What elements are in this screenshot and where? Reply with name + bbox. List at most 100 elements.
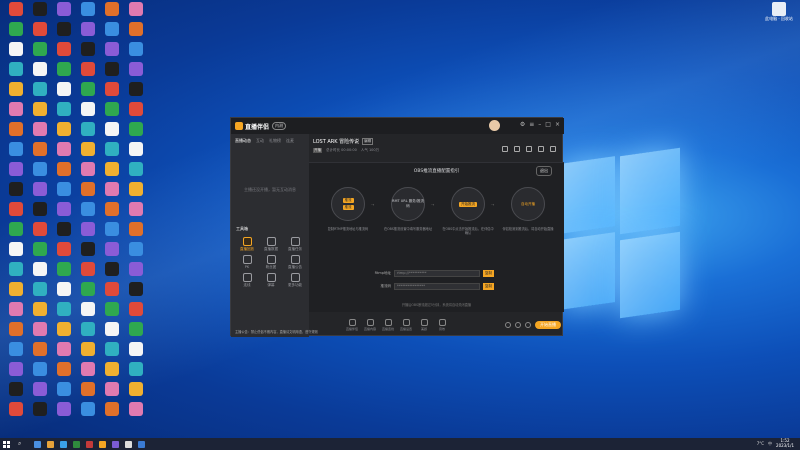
desktop-shortcut[interactable] — [124, 342, 148, 356]
desktop-shortcut[interactable] — [100, 222, 124, 236]
desktop-shortcut[interactable] — [76, 162, 100, 176]
desktop-shortcut[interactable] — [124, 322, 148, 336]
menu-icon[interactable]: ≡ — [529, 121, 534, 128]
desktop-shortcut[interactable] — [52, 62, 76, 76]
desktop-shortcut[interactable] — [76, 302, 100, 316]
tool-item[interactable]: 直播公告 — [283, 255, 307, 270]
desktop-shortcut[interactable] — [100, 242, 124, 256]
desktop-shortcut[interactable] — [52, 122, 76, 136]
desktop-shortcut[interactable] — [100, 182, 124, 196]
desktop-shortcut[interactable] — [76, 262, 100, 276]
desktop-shortcut[interactable] — [76, 42, 100, 56]
clock[interactable]: 1:52 2023/1/1 — [776, 438, 794, 448]
rtmp-address-field[interactable]: rtmp://********** — [394, 270, 480, 277]
desktop-shortcut[interactable] — [28, 302, 52, 316]
desktop-shortcut[interactable] — [76, 342, 100, 356]
desktop-shortcut[interactable] — [4, 82, 28, 96]
desktop-shortcut[interactable] — [28, 142, 52, 156]
copy-key-button[interactable]: 复制 — [483, 283, 494, 290]
desktop-shortcut[interactable] — [28, 202, 52, 216]
desktop-shortcut[interactable] — [52, 102, 76, 116]
desktop-shortcut[interactable] — [100, 42, 124, 56]
desktop-shortcut[interactable] — [52, 22, 76, 36]
desktop-shortcut[interactable] — [4, 322, 28, 336]
desktop-shortcut[interactable] — [52, 242, 76, 256]
bottom-tool[interactable]: 音效 — [433, 318, 451, 331]
desktop-shortcut[interactable] — [28, 362, 52, 376]
live-companion-task-icon[interactable] — [99, 440, 106, 448]
desktop-shortcut[interactable] — [4, 22, 28, 36]
desktop-shortcut[interactable] — [28, 182, 52, 196]
desktop-shortcut[interactable] — [124, 62, 148, 76]
desktop-shortcut[interactable] — [100, 62, 124, 76]
desktop-shortcut[interactable] — [76, 322, 100, 336]
gift-icon[interactable] — [526, 146, 532, 152]
desktop-shortcut[interactable] — [100, 202, 124, 216]
desktop-shortcut[interactable] — [124, 382, 148, 396]
desktop-shortcut[interactable] — [28, 402, 52, 416]
desktop-shortcut[interactable] — [52, 402, 76, 416]
minimize-icon[interactable]: – — [538, 121, 541, 128]
desktop-shortcut[interactable] — [76, 122, 100, 136]
desktop-shortcut[interactable] — [76, 362, 100, 376]
desktop-shortcut[interactable] — [4, 242, 28, 256]
settings-icon[interactable]: ⚙ — [520, 121, 525, 128]
desktop-shortcut[interactable] — [76, 142, 100, 156]
go-live-button[interactable]: 开始直播 — [535, 321, 561, 329]
desktop-shortcut[interactable] — [100, 322, 124, 336]
desktop-shortcut[interactable] — [124, 2, 148, 16]
desktop-shortcut[interactable] — [28, 42, 52, 56]
desktop-shortcut[interactable] — [100, 302, 124, 316]
desktop-shortcut[interactable] — [52, 322, 76, 336]
desktop-shortcut[interactable] — [124, 102, 148, 116]
desktop-shortcut[interactable] — [4, 2, 28, 16]
desktop-shortcut[interactable] — [100, 122, 124, 136]
tool-item[interactable]: 直播回放 — [235, 237, 259, 252]
desktop-shortcut[interactable] — [4, 262, 28, 276]
explorer-icon[interactable] — [47, 440, 54, 448]
recycle-bin-shortcut[interactable]: 此电脑 · 回收站 — [764, 2, 794, 22]
desktop-shortcut[interactable] — [76, 222, 100, 236]
desktop-shortcut[interactable] — [76, 382, 100, 396]
bottom-tool[interactable]: 直播连线 — [379, 318, 397, 331]
desktop-shortcut[interactable] — [4, 382, 28, 396]
desktop-shortcut[interactable] — [76, 22, 100, 36]
desktop-shortcut[interactable] — [28, 82, 52, 96]
record-icon[interactable] — [514, 146, 520, 152]
desktop-shortcut[interactable] — [124, 22, 148, 36]
desktop-shortcut[interactable] — [4, 182, 28, 196]
desktop-shortcut[interactable] — [124, 182, 148, 196]
bottom-tool[interactable]: 美颜 — [415, 318, 433, 331]
desktop-shortcut[interactable] — [100, 262, 124, 276]
tool-item[interactable]: 连线 — [235, 273, 259, 288]
user-avatar[interactable] — [489, 120, 500, 131]
desktop-shortcut[interactable] — [76, 62, 100, 76]
desktop-shortcut[interactable] — [52, 82, 76, 96]
desktop-shortcut[interactable] — [28, 262, 52, 276]
desktop-shortcut[interactable] — [52, 42, 76, 56]
desktop-shortcut[interactable] — [100, 362, 124, 376]
desktop-shortcut[interactable] — [28, 122, 52, 136]
desktop-shortcut[interactable] — [52, 2, 76, 16]
desktop-shortcut[interactable] — [100, 142, 124, 156]
tab-interact[interactable]: 互动 — [256, 138, 264, 144]
desktop-shortcut[interactable] — [124, 142, 148, 156]
desktop-shortcut[interactable] — [124, 282, 148, 296]
desktop-shortcut[interactable] — [28, 102, 52, 116]
step1-pill-a[interactable]: 推流 — [342, 198, 354, 203]
stream-title[interactable]: LOST ARK 冒险传说 — [313, 138, 359, 145]
tool-item[interactable]: 直播任务 — [283, 237, 307, 252]
tab-live-feed[interactable]: 直播动态 — [235, 138, 251, 144]
desktop-shortcut[interactable] — [4, 62, 28, 76]
desktop-shortcut[interactable] — [4, 302, 28, 316]
edge-icon[interactable] — [60, 440, 67, 448]
edit-title-button[interactable]: 编辑 — [362, 138, 374, 145]
bell-icon[interactable] — [538, 146, 544, 152]
desktop-shortcut[interactable] — [28, 342, 52, 356]
desktop-shortcut[interactable] — [124, 42, 148, 56]
tool-item[interactable]: PK — [235, 255, 259, 270]
desktop-shortcut[interactable] — [124, 402, 148, 416]
desktop-shortcut[interactable] — [4, 42, 28, 56]
step1-pill-b[interactable]: 推流 — [342, 205, 354, 210]
desktop-shortcut[interactable] — [52, 222, 76, 236]
